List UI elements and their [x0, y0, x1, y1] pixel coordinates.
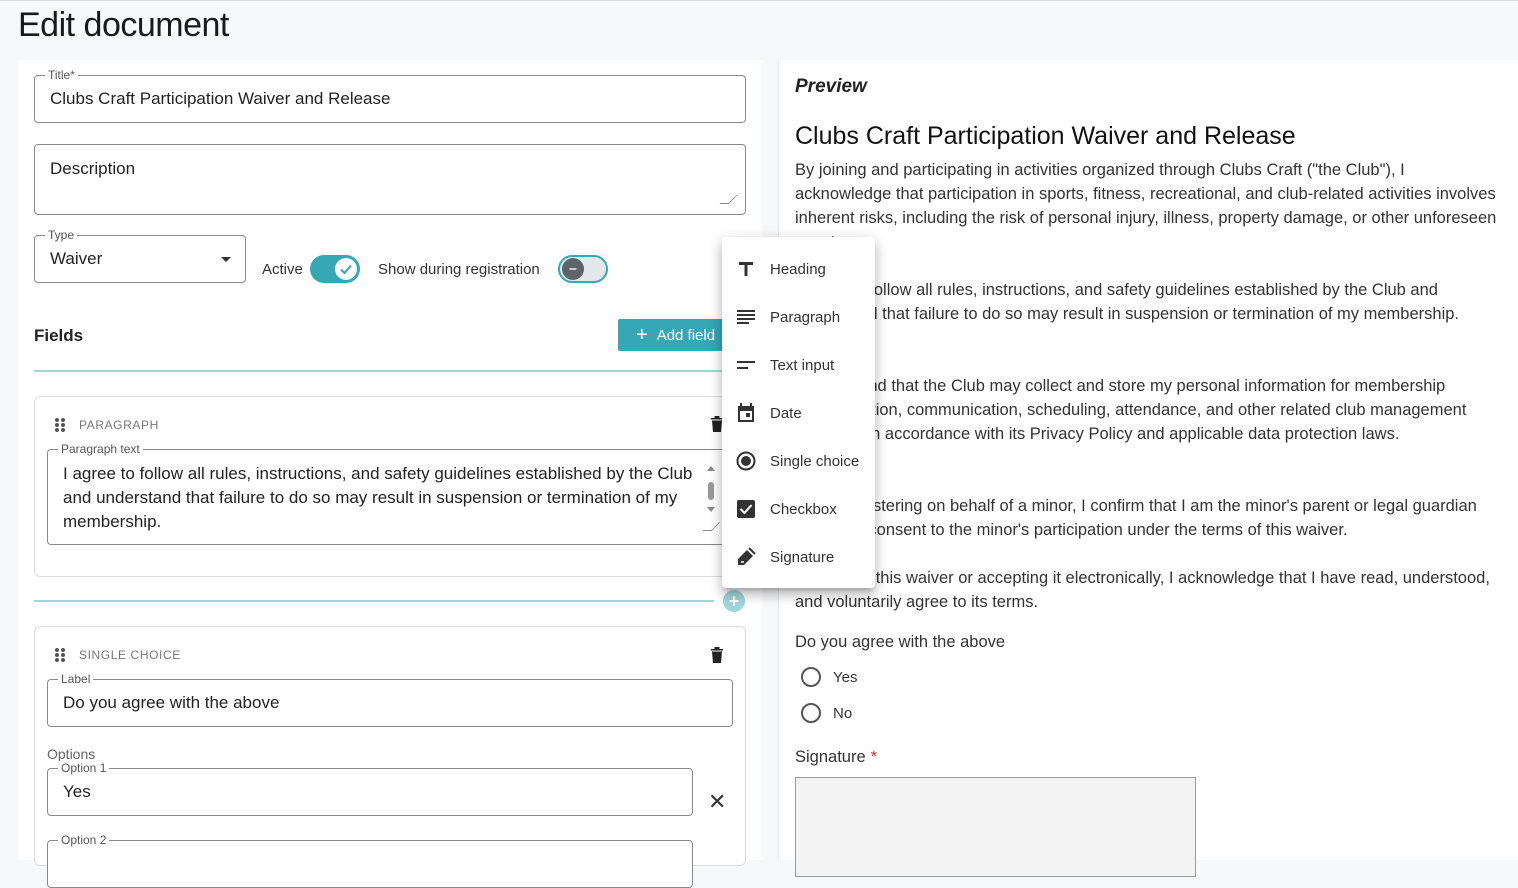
show-registration-toggle[interactable]	[558, 255, 608, 283]
signature-icon	[735, 546, 757, 568]
radio-label: Yes	[833, 668, 858, 686]
required-mark: *	[870, 748, 878, 766]
preview-paragraph: By joining and participating in activiti…	[795, 161, 1497, 251]
option-2-field[interactable]: Option 2	[47, 833, 693, 888]
plus-icon: +	[636, 324, 648, 346]
menu-item-label: Checkbox	[770, 500, 837, 518]
preview-paragraph: I understand that the Club may collect a…	[795, 377, 1467, 443]
scrollbar[interactable]	[706, 464, 716, 526]
menu-item-paragraph[interactable]: Paragraph	[722, 293, 875, 341]
signature-label-text: Signature	[795, 748, 866, 766]
delete-icon[interactable]	[710, 646, 724, 664]
show-registration-label: Show during registration	[378, 261, 540, 278]
active-label: Active	[262, 261, 303, 278]
preview-label: Preview	[795, 76, 867, 97]
remove-option-icon[interactable]: ✕	[708, 791, 726, 813]
paragraph-text-value[interactable]: I agree to follow all rules, instruction…	[63, 462, 698, 534]
add-field-button[interactable]: + Add field	[618, 319, 728, 351]
preview-panel: Preview Clubs Craft Participation Waiver…	[778, 60, 1518, 877]
choice-label-caption: Label	[58, 672, 94, 686]
preview-paragraph: I agree to follow all rules, instruction…	[795, 281, 1459, 323]
field-divider	[34, 370, 742, 372]
preview-title: Clubs Craft Participation Waiver and Rel…	[795, 122, 1296, 150]
type-select[interactable]: Type Waiver	[34, 228, 246, 283]
resize-handle-icon[interactable]	[719, 195, 738, 204]
insert-divider	[34, 600, 714, 602]
title-field-label: Title*	[45, 68, 78, 82]
calendar-icon	[735, 402, 757, 424]
menu-item-label: Date	[770, 404, 802, 422]
radio-label: No	[833, 704, 853, 722]
menu-item-label: Single choice	[770, 452, 860, 470]
heading-icon	[735, 258, 757, 280]
radio-icon[interactable]	[801, 703, 821, 723]
drag-handle-icon[interactable]	[55, 648, 65, 662]
preview-radio-no[interactable]: No	[801, 703, 852, 723]
description-placeholder: Description	[50, 159, 136, 178]
page-title: Edit document	[18, 6, 229, 44]
fields-heading: Fields	[34, 326, 84, 345]
menu-item-date[interactable]: Date	[722, 389, 875, 437]
option-2-caption: Option 2	[58, 833, 110, 847]
chevron-down-icon	[221, 257, 231, 262]
menu-item-heading[interactable]: Heading	[722, 245, 875, 293]
paragraph-field-card: PARAGRAPH Paragraph text I agree to foll…	[34, 396, 746, 577]
menu-item-checkbox[interactable]: Checkbox	[722, 485, 875, 533]
insert-field-plus-icon[interactable]: +	[723, 590, 745, 612]
drag-handle-icon[interactable]	[55, 418, 65, 432]
preview-paragraph: If I am registering on behalf of a minor…	[795, 497, 1477, 539]
title-field-value[interactable]: Clubs Craft Participation Waiver and Rel…	[50, 89, 390, 109]
menu-item-label: Paragraph	[770, 308, 841, 326]
signature-pad[interactable]	[795, 777, 1196, 877]
type-select-value: Waiver	[50, 249, 103, 268]
top-divider	[0, 0, 1518, 1]
menu-item-label: Signature	[770, 548, 835, 566]
menu-item-label: Text input	[770, 356, 835, 374]
radio-icon	[735, 450, 757, 472]
paragraph-text-field[interactable]: Paragraph text I agree to follow all rul…	[47, 442, 733, 545]
add-field-menu: Heading Paragraph Text input Date Single…	[722, 237, 875, 588]
text-input-icon	[735, 354, 757, 376]
checkbox-icon	[735, 498, 757, 520]
option-1-caption: Option 1	[58, 761, 110, 775]
signature-label: Signature *	[795, 748, 877, 767]
paragraph-icon	[735, 306, 757, 328]
option-1-value[interactable]: Yes	[63, 782, 91, 802]
option-1-field[interactable]: Option 1 Yes	[47, 761, 693, 816]
single-choice-field-card: SINGLE CHOICE Label Do you agree with th…	[34, 626, 746, 866]
add-field-label: Add field	[656, 326, 716, 344]
description-field[interactable]: Description	[34, 144, 746, 215]
title-field[interactable]: Title* Clubs Craft Participation Waiver …	[34, 68, 746, 123]
preview-radio-yes[interactable]: Yes	[801, 667, 857, 687]
preview-paragraph: By signing this waiver or accepting it e…	[795, 569, 1490, 611]
radio-icon[interactable]	[801, 667, 821, 687]
choice-label-value[interactable]: Do you agree with the above	[63, 693, 279, 713]
preview-question: Do you agree with the above	[795, 633, 1006, 651]
choice-label-field[interactable]: Label Do you agree with the above	[47, 672, 733, 727]
field-type-label: PARAGRAPH	[79, 418, 159, 432]
check-icon	[335, 258, 357, 280]
field-type-label: SINGLE CHOICE	[79, 648, 181, 662]
paragraph-text-label: Paragraph text	[58, 442, 143, 456]
minus-icon	[562, 258, 584, 280]
menu-item-signature[interactable]: Signature	[722, 533, 875, 581]
active-toggle[interactable]	[310, 255, 360, 283]
type-select-label: Type	[45, 228, 78, 242]
menu-item-single-choice[interactable]: Single choice	[722, 437, 875, 485]
menu-item-label: Heading	[770, 260, 826, 278]
options-label: Options	[47, 746, 96, 762]
menu-item-text-input[interactable]: Text input	[722, 341, 875, 389]
